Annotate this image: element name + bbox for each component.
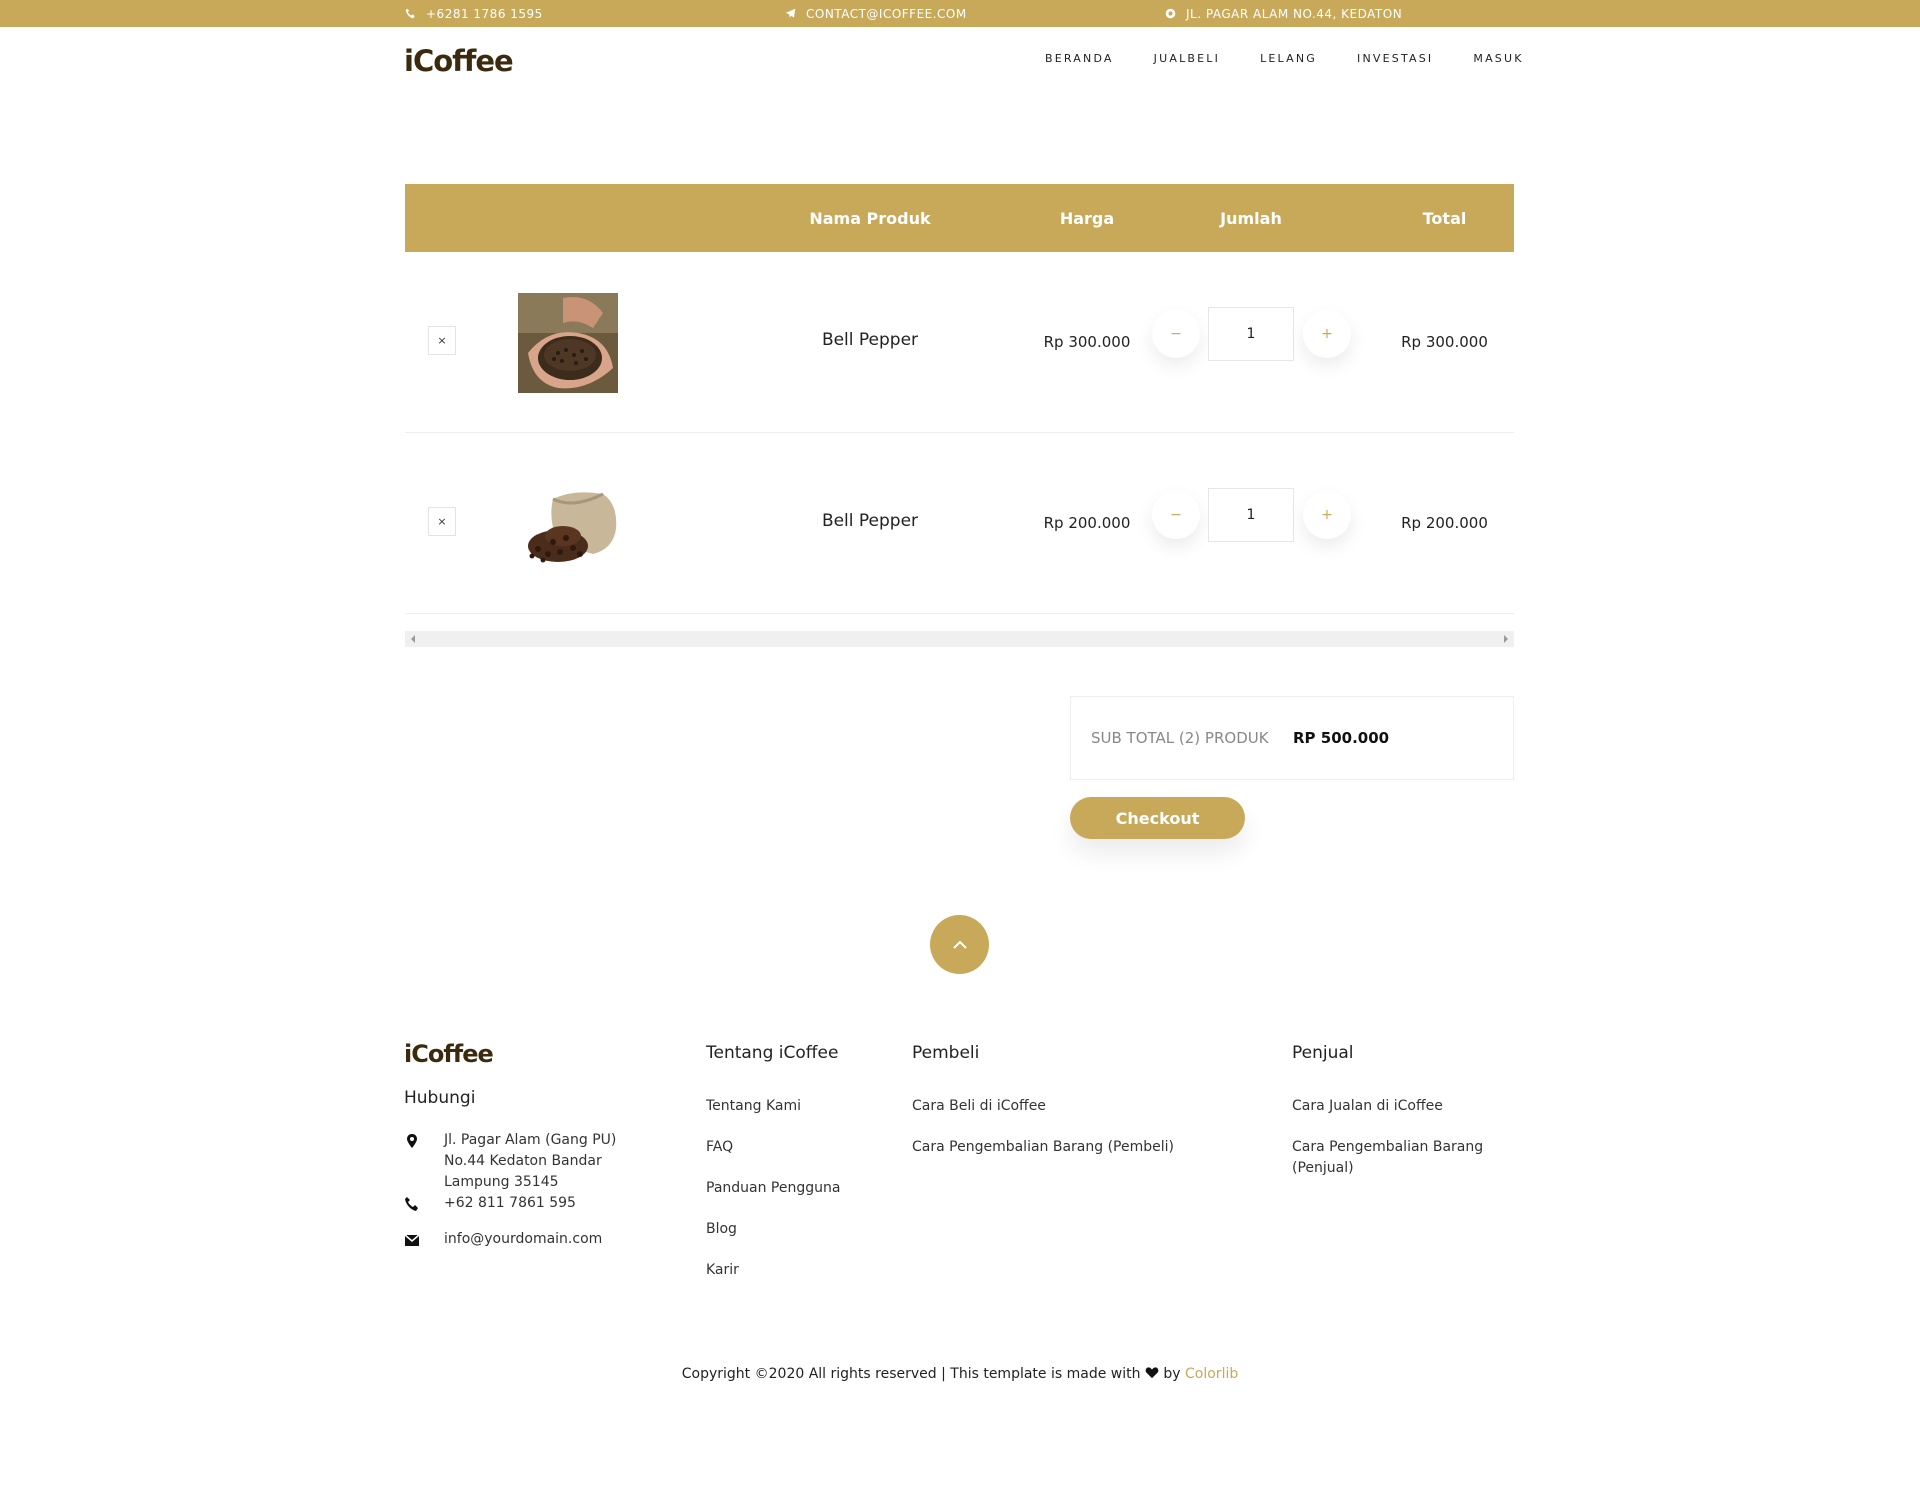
- footer-address-line: Jl. Pagar Alam (Gang PU): [444, 1132, 617, 1148]
- col-qty: Jumlah: [1220, 208, 1282, 228]
- footer-email[interactable]: info@yourdomain.com: [444, 1229, 602, 1250]
- logo-text: iCoffee: [404, 44, 514, 78]
- subtotal-box: SUB TOTAL (2) PRODUK RP 500.000: [1070, 696, 1514, 780]
- topbar-email-text: CONTACT@ICOFFEE.COM: [806, 6, 967, 21]
- nav-item-investasi[interactable]: INVESTASI: [1357, 52, 1433, 65]
- footer-link-pengembalian-pembeli[interactable]: Cara Pengembalian Barang (Pembeli): [912, 1137, 1174, 1158]
- footer-seller-title: Penjual: [1292, 1043, 1354, 1063]
- footer-about-title: Tentang iCoffee: [706, 1043, 839, 1063]
- location-icon: [1165, 8, 1176, 19]
- col-total: Total: [1422, 208, 1467, 228]
- footer-link-tentang-kami[interactable]: Tentang Kami: [706, 1096, 801, 1117]
- product-image-coffee-sack: [518, 474, 618, 574]
- product-name[interactable]: Bell Pepper: [755, 330, 985, 350]
- topbar-phone: +6281 1786 1595: [405, 0, 543, 27]
- nav-item-lelang[interactable]: LELANG: [1260, 52, 1317, 65]
- subtotal-label: SUB TOTAL (2) PRODUK: [1091, 729, 1269, 747]
- product-total: Rp 200.000: [1401, 514, 1488, 532]
- footer-address-line: No.44 Kedaton Bandar: [444, 1153, 602, 1169]
- copyright: Copyright ©2020 All rights reserved | Th…: [0, 1366, 1920, 1382]
- colorlib-link[interactable]: Colorlib: [1185, 1366, 1238, 1382]
- topbar-address-text: JL. PAGAR ALAM NO.44, KEDATON: [1186, 6, 1403, 21]
- back-to-top-button[interactable]: [930, 915, 989, 974]
- footer-logo[interactable]: iCoffee: [404, 1040, 494, 1068]
- product-name[interactable]: Bell Pepper: [755, 511, 985, 531]
- map-marker-icon: [407, 1134, 417, 1148]
- footer-logo-text: iCoffee: [404, 1040, 494, 1068]
- chevron-up-icon: [952, 940, 967, 949]
- phone-icon: [405, 1197, 418, 1211]
- subtotal-value: RP 500.000: [1293, 729, 1390, 747]
- paper-plane-icon: [785, 8, 796, 18]
- topbar-phone-text: +6281 1786 1595: [426, 6, 543, 21]
- product-price: Rp 300.000: [1043, 333, 1131, 351]
- footer-link-cara-beli[interactable]: Cara Beli di iCoffee: [912, 1096, 1046, 1117]
- qty-input[interactable]: 1: [1208, 307, 1294, 361]
- copyright-by: by: [1163, 1366, 1181, 1382]
- footer-link-faq[interactable]: FAQ: [706, 1137, 733, 1158]
- scroll-right-arrow-icon[interactable]: [1504, 635, 1508, 643]
- footer-buyer-title: Pembeli: [912, 1043, 980, 1063]
- table-row: × Bell Pepper Rp 300.000 − 1 + Rp 300.00…: [405, 252, 1514, 433]
- nav-item-masuk[interactable]: MASUK: [1473, 52, 1523, 65]
- footer-link-karir[interactable]: Karir: [706, 1260, 739, 1281]
- footer-link-cara-jualan[interactable]: Cara Jualan di iCoffee: [1292, 1096, 1443, 1117]
- nav-item-jualbeli[interactable]: JUALBELI: [1154, 52, 1220, 65]
- topbar-address: JL. PAGAR ALAM NO.44, KEDATON: [1165, 0, 1402, 27]
- footer-link-line: Cara Pengembalian Barang: [1292, 1139, 1484, 1155]
- qty-plus-button[interactable]: +: [1303, 310, 1351, 358]
- phone-icon: [405, 8, 415, 19]
- copyright-text: Copyright ©2020 All rights reserved | Th…: [681, 1366, 1141, 1382]
- table-row: × Bell Pepper Rp 200.000 − 1 + Rp 200.00…: [405, 433, 1514, 614]
- topbar-email: CONTACT@ICOFFEE.COM: [785, 0, 967, 27]
- qty-input[interactable]: 1: [1208, 488, 1294, 542]
- top-bar: +6281 1786 1595 CONTACT@ICOFFEE.COM JL. …: [0, 0, 1920, 27]
- footer-address: Jl. Pagar Alam (Gang PU) No.44 Kedaton B…: [444, 1130, 616, 1193]
- remove-item-button[interactable]: ×: [428, 326, 456, 355]
- footer-contact-title: Hubungi: [404, 1088, 476, 1108]
- product-total: Rp 300.000: [1401, 333, 1488, 351]
- site-logo[interactable]: iCoffee: [404, 44, 514, 78]
- footer-phone[interactable]: +62 811 7861 595: [444, 1193, 576, 1214]
- product-price: Rp 200.000: [1043, 514, 1131, 532]
- scroll-left-arrow-icon[interactable]: [411, 635, 415, 643]
- qty-minus-button[interactable]: −: [1152, 310, 1200, 358]
- footer-link-pengembalian-penjual[interactable]: Cara Pengembalian Barang (Penjual): [1292, 1137, 1483, 1179]
- table-horizontal-scrollbar[interactable]: [405, 631, 1514, 647]
- footer-address-line: Lampung 35145: [444, 1174, 559, 1190]
- qty-plus-button[interactable]: +: [1303, 491, 1351, 539]
- product-image-coffee-beans-hands: [518, 293, 618, 393]
- remove-item-button[interactable]: ×: [428, 507, 456, 536]
- qty-minus-button[interactable]: −: [1152, 491, 1200, 539]
- main-nav: BERANDA JUALBELI LELANG INVESTASI MASUK: [1045, 52, 1524, 65]
- footer-link-line: (Penjual): [1292, 1160, 1354, 1176]
- checkout-button[interactable]: Checkout: [1070, 797, 1245, 839]
- col-name: Nama Produk: [809, 208, 931, 228]
- nav-item-beranda[interactable]: BERANDA: [1045, 52, 1114, 65]
- heart-icon: [1145, 1367, 1159, 1379]
- footer-link-panduan[interactable]: Panduan Pengguna: [706, 1178, 840, 1199]
- cart-table-header: Nama Produk Harga Jumlah Total: [405, 184, 1514, 252]
- envelope-icon: [404, 1234, 420, 1246]
- footer-link-blog[interactable]: Blog: [706, 1219, 737, 1240]
- col-price: Harga: [1059, 208, 1115, 228]
